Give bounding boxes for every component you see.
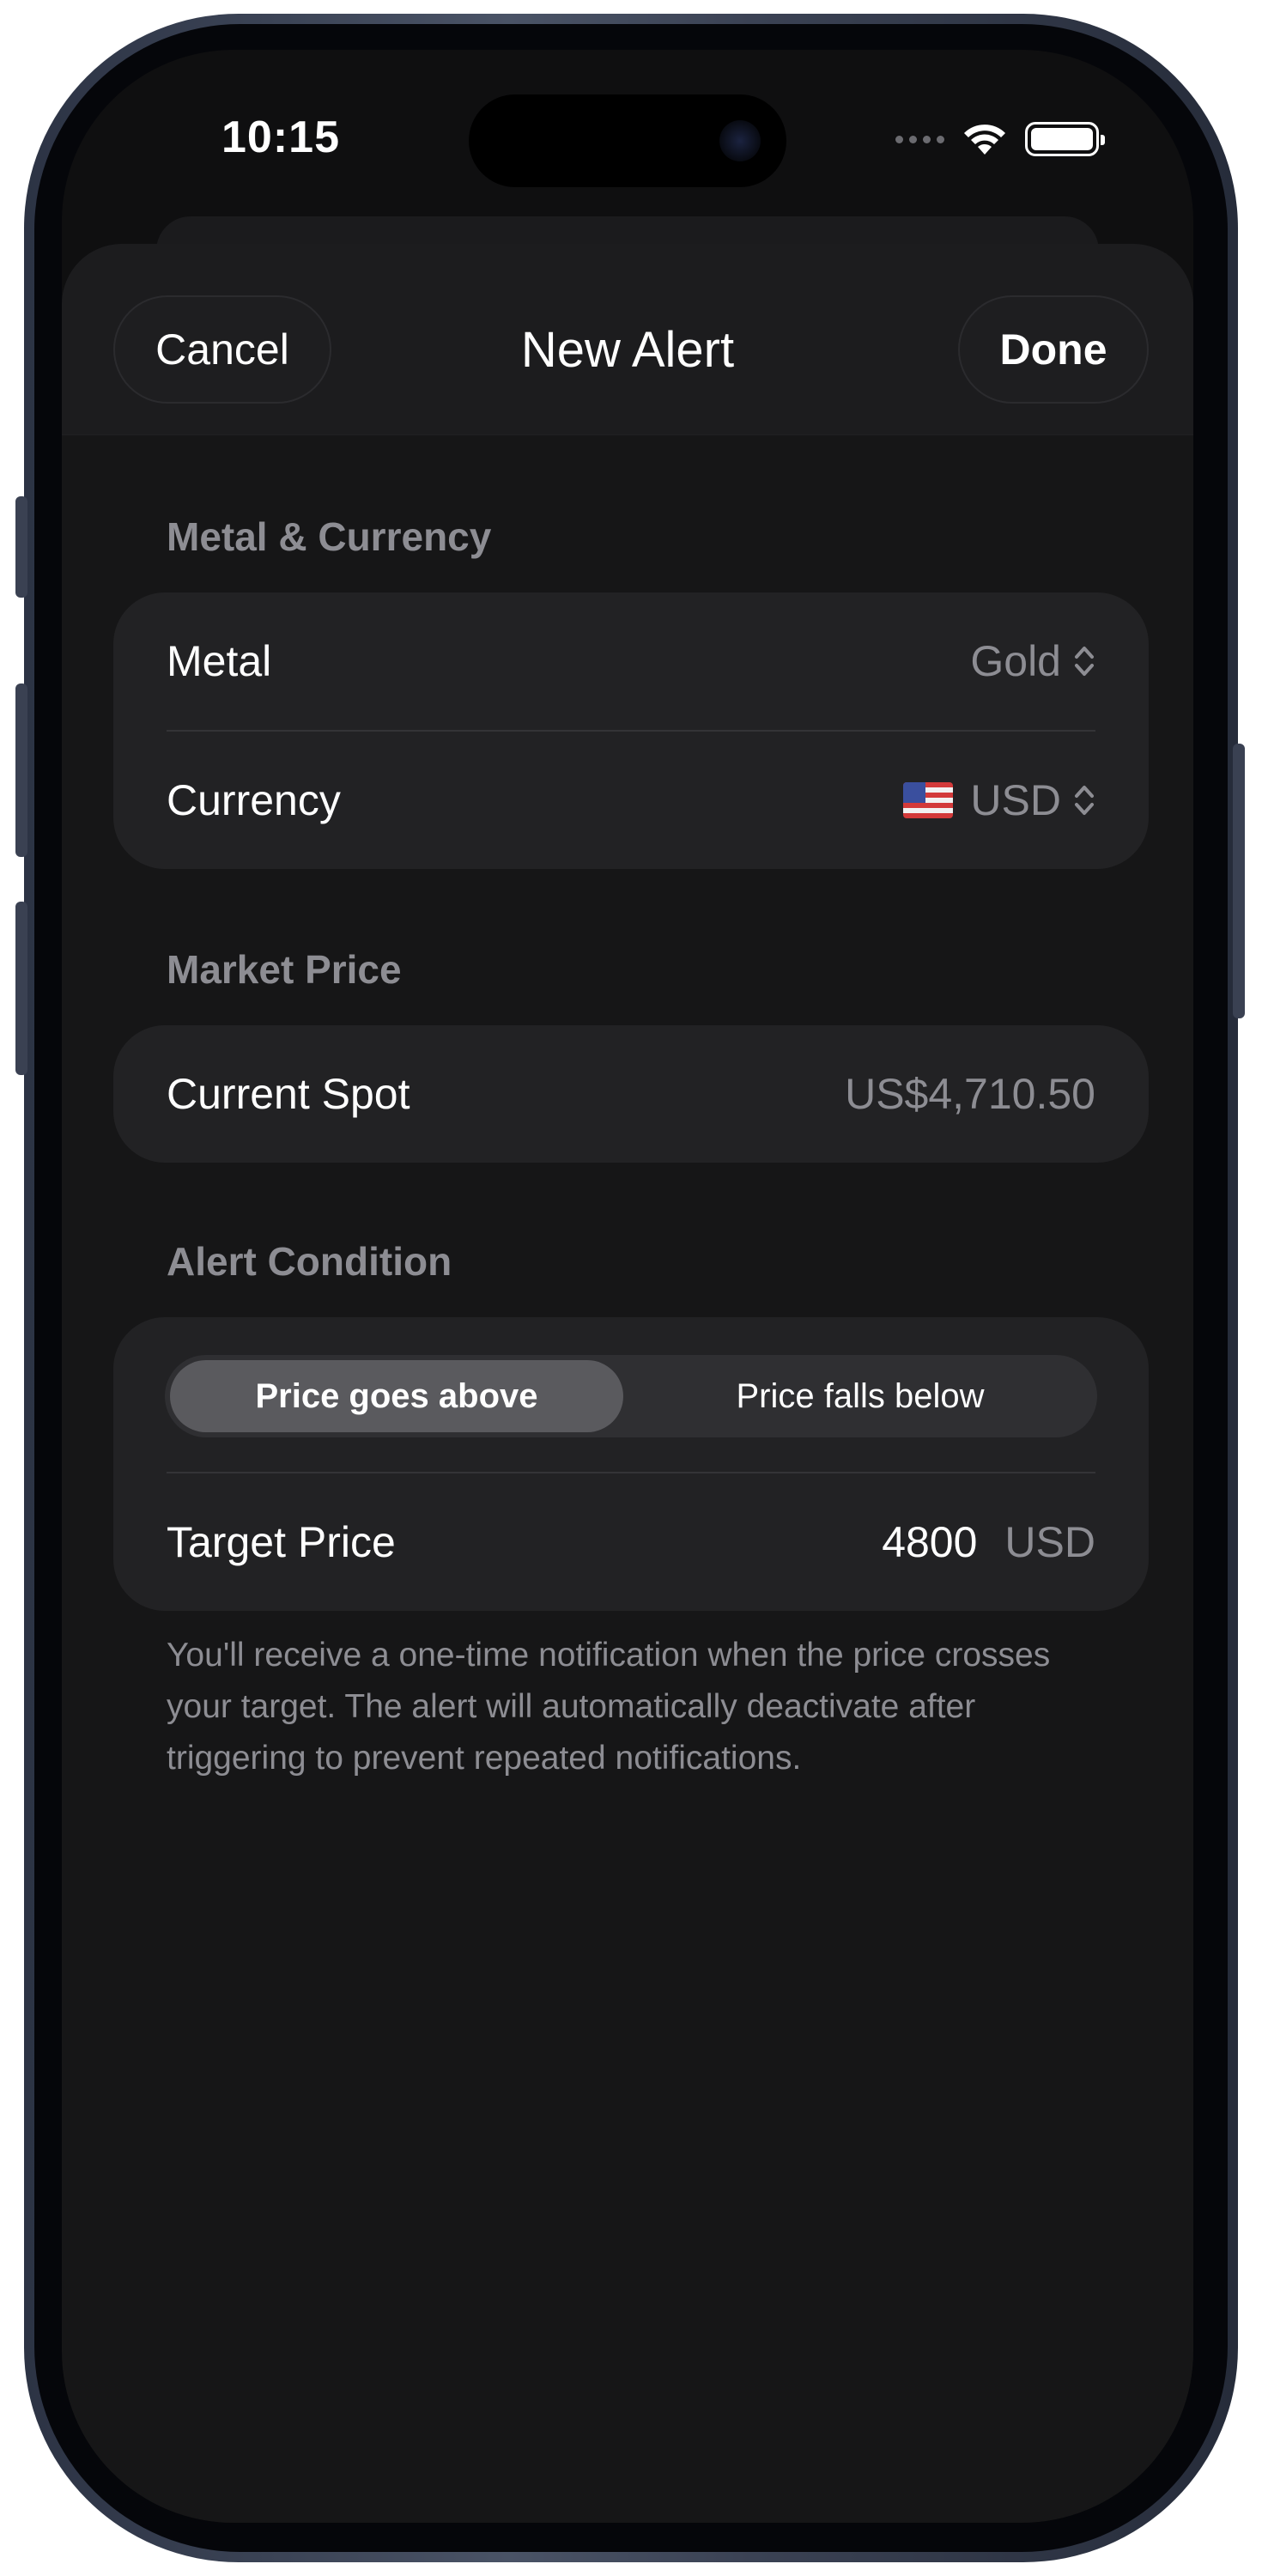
metal-value: Gold <box>970 637 1061 685</box>
status-time: 10:15 <box>221 112 340 162</box>
alert-condition-card: Price goes above Price falls below Targe… <box>113 1317 1149 1611</box>
target-price-field[interactable]: 4800 USD <box>882 1517 1095 1567</box>
section-header-market-price: Market Price <box>167 947 402 992</box>
metal-picker-row[interactable]: Metal Gold <box>113 592 1149 730</box>
chevron-up-down-icon <box>1075 647 1094 676</box>
power-button <box>1233 744 1245 1018</box>
dynamic-island <box>469 94 786 187</box>
screen: 10:15 Cancel New Alert Done Metal & Curr… <box>62 50 1193 2523</box>
current-spot-row: Current Spot US$4,710.50 <box>113 1025 1149 1163</box>
volume-up-button <box>15 683 27 857</box>
footer-note: You'll receive a one-time notification w… <box>167 1637 1051 1777</box>
currency-picker[interactable]: USD <box>903 775 1095 825</box>
new-alert-sheet: Cancel New Alert Done Metal & Currency M… <box>62 244 1193 2523</box>
target-price-input[interactable]: 4800 <box>882 1517 977 1567</box>
volume-down-button <box>15 902 27 1075</box>
segment-price-goes-above[interactable]: Price goes above <box>170 1360 623 1432</box>
cellular-signal-icon <box>895 135 944 143</box>
target-price-label: Target Price <box>167 1518 396 1566</box>
chevron-up-down-icon <box>1075 786 1094 815</box>
current-spot-value: US$4,710.50 <box>845 1070 1095 1118</box>
wifi-icon <box>964 125 1005 155</box>
front-camera-icon <box>719 120 761 161</box>
metal-currency-card: Metal Gold Currency USD <box>113 592 1149 869</box>
market-price-card: Current Spot US$4,710.50 <box>113 1025 1149 1163</box>
section-header-metal-currency: Metal & Currency <box>167 514 492 559</box>
action-button <box>15 496 27 598</box>
segment-price-falls-below[interactable]: Price falls below <box>628 1360 1092 1432</box>
metal-label: Metal <box>167 637 272 685</box>
battery-icon <box>1025 122 1105 156</box>
target-price-row[interactable]: Target Price 4800 USD <box>113 1473 1149 1611</box>
currency-label: Currency <box>167 776 341 824</box>
metal-picker[interactable]: Gold <box>970 636 1095 686</box>
done-button[interactable]: Done <box>958 295 1149 404</box>
section-header-alert-condition: Alert Condition <box>167 1239 452 1284</box>
status-indicators <box>895 122 1105 156</box>
current-spot-label: Current Spot <box>167 1070 410 1118</box>
currency-value: USD <box>970 776 1061 824</box>
target-price-unit: USD <box>1004 1518 1095 1566</box>
condition-segmented-control[interactable]: Price goes above Price falls below <box>165 1355 1097 1437</box>
navigation-bar: Cancel New Alert Done <box>62 244 1193 435</box>
currency-picker-row[interactable]: Currency USD <box>113 732 1149 869</box>
us-flag-icon <box>903 782 954 818</box>
